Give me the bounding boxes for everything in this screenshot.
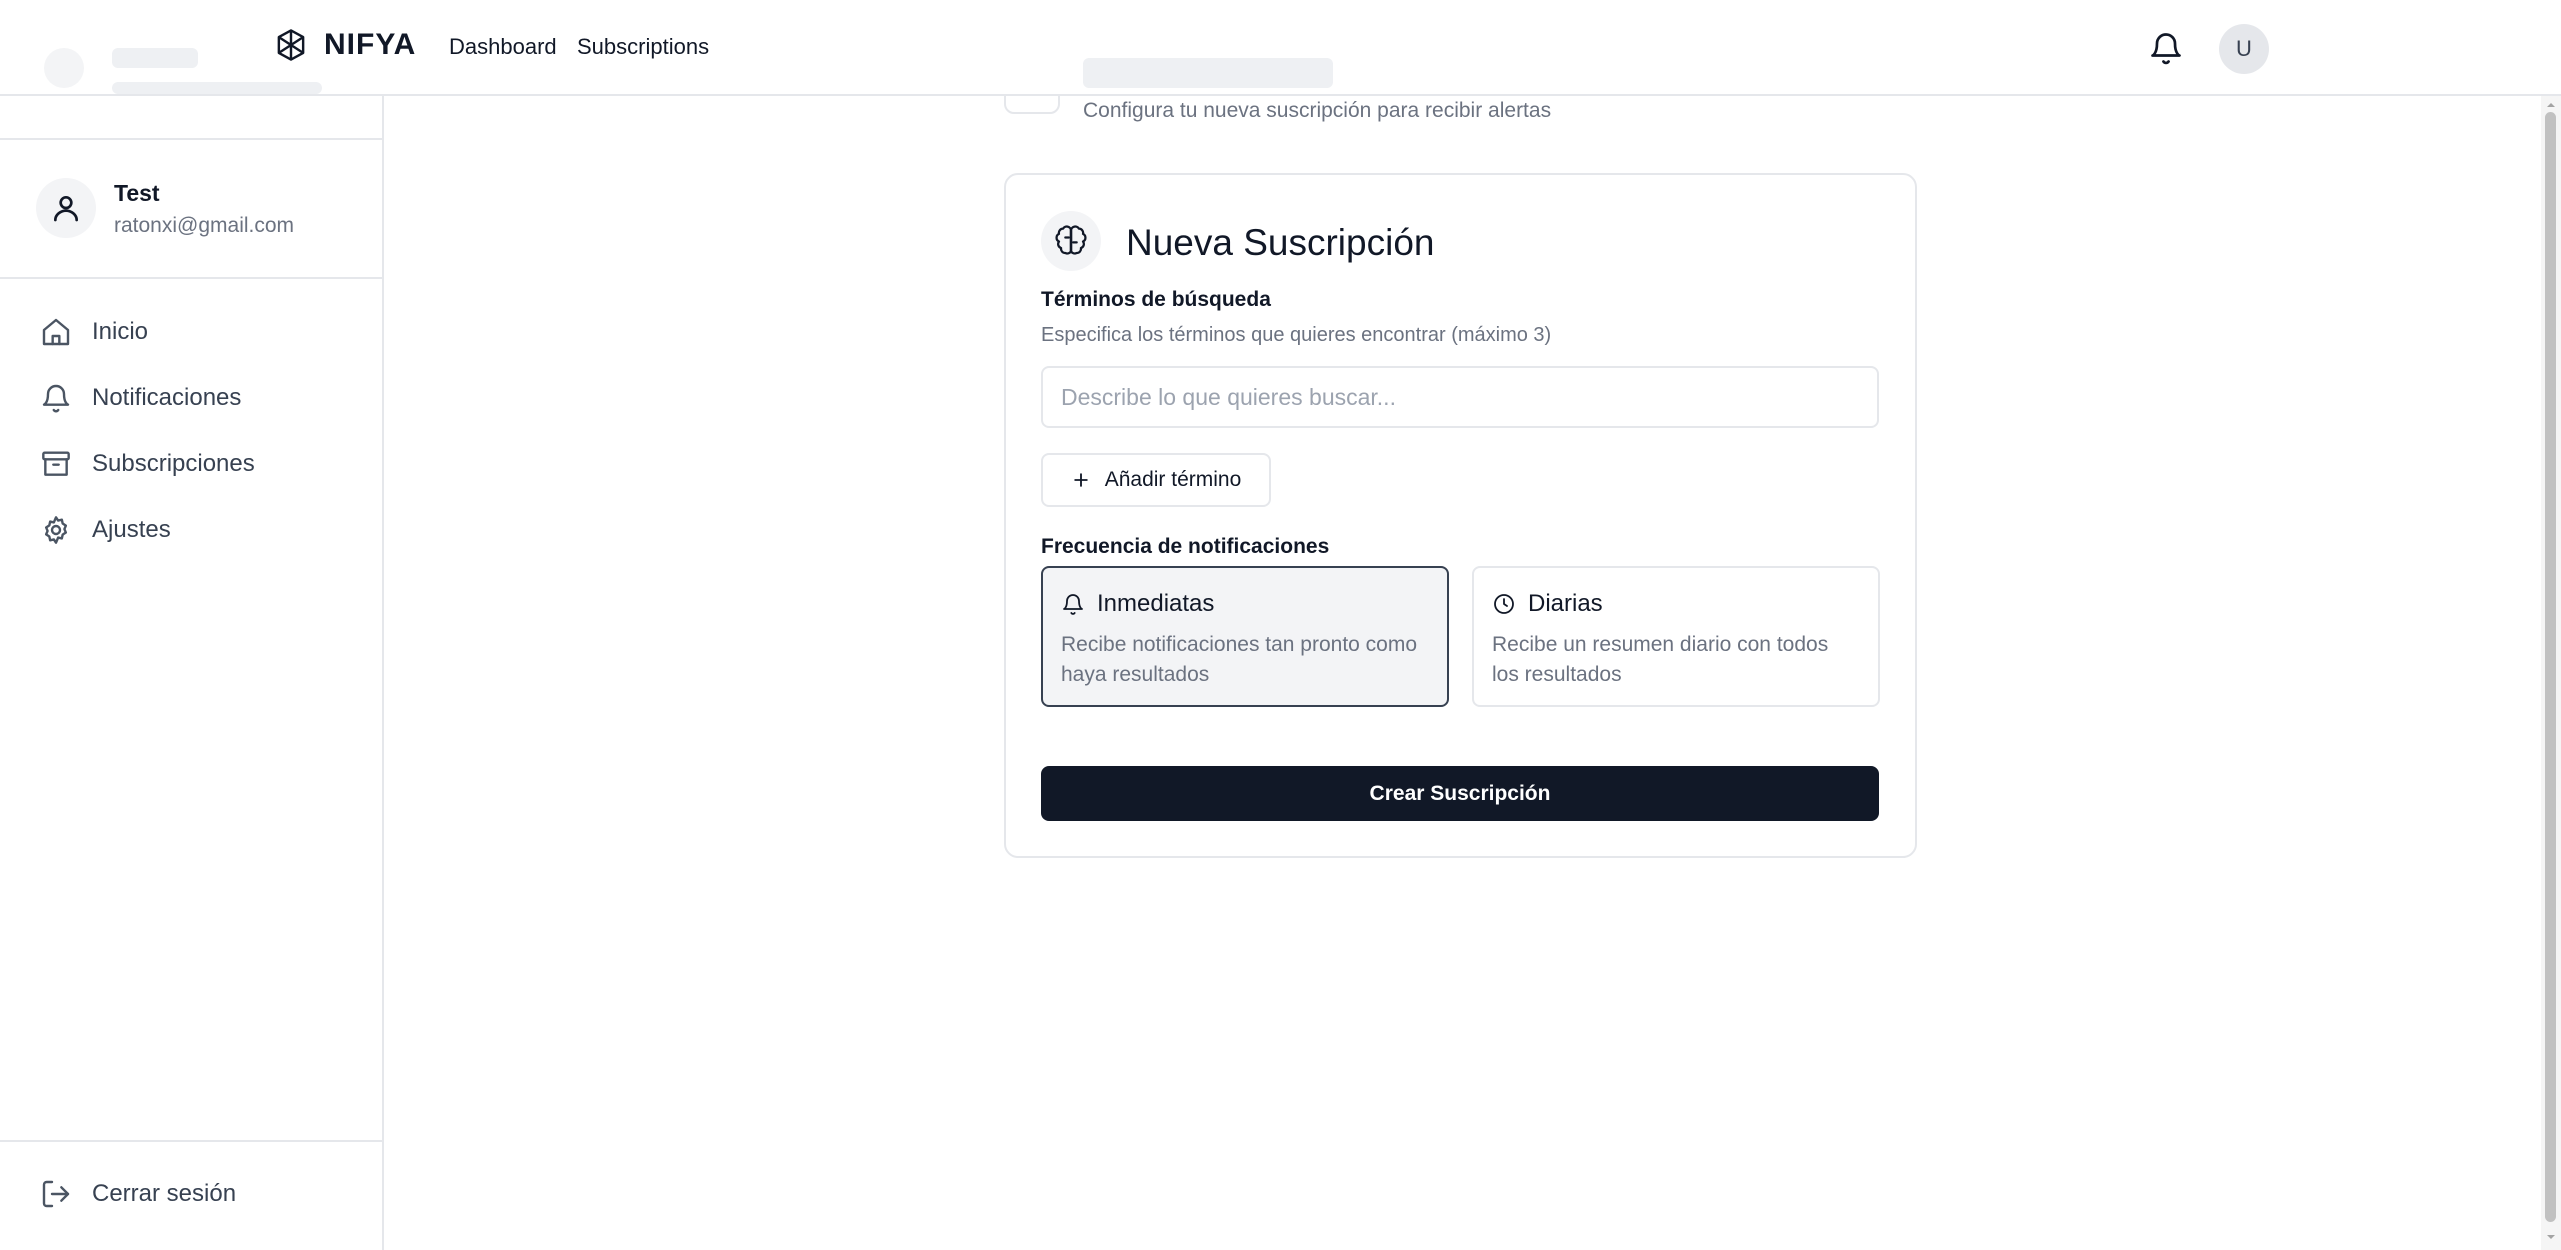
terms-help-text: Especifica los términos que quieres enco… <box>1041 324 1552 346</box>
brand-name: NIFYA <box>324 28 417 61</box>
frequency-option-title: Diarias <box>1528 590 1603 617</box>
faded-text-placeholder <box>112 82 322 94</box>
profile-email: ratonxi@gmail.com <box>114 214 295 237</box>
sidebar-divider <box>0 277 382 279</box>
user-avatar[interactable]: U <box>2219 24 2269 74</box>
profile-name: Test <box>114 180 160 206</box>
brain-icon <box>1055 225 1087 255</box>
sidebar-item-label: Notificaciones <box>92 384 242 411</box>
nav-link-subscriptions[interactable]: Subscriptions <box>577 34 709 60</box>
brain-icon-badge <box>1041 211 1101 271</box>
sidebar-item-subscripciones[interactable]: Subscripciones <box>40 448 255 480</box>
sidebar: Test ratonxi@gmail.com Inicio Notificaci… <box>0 96 384 1250</box>
search-term-input[interactable] <box>1041 366 1879 428</box>
scrollbar-thumb[interactable] <box>2545 112 2556 1222</box>
nav-link-dashboard[interactable]: Dashboard <box>449 34 557 60</box>
sidebar-divider <box>0 1140 382 1142</box>
form-title: Nueva Suscripción <box>1126 222 1435 263</box>
scroll-down-arrow-icon[interactable] <box>2546 1232 2556 1242</box>
add-term-label: Añadir término <box>1104 468 1242 491</box>
top-navbar: NIFYA Dashboard Subscriptions U <box>0 0 2561 96</box>
sidebar-item-inicio[interactable]: Inicio <box>40 316 148 348</box>
sidebar-divider <box>0 138 382 140</box>
scroll-up-arrow-icon[interactable] <box>2546 100 2556 110</box>
sidebar-item-notificaciones[interactable]: Notificaciones <box>40 382 241 414</box>
sidebar-item-ajustes[interactable]: Ajustes <box>40 514 171 546</box>
user-icon <box>54 196 78 222</box>
home-icon <box>42 318 70 346</box>
clock-icon <box>1494 594 1514 614</box>
frequency-option-title: Inmediatas <box>1097 590 1215 617</box>
create-subscription-button[interactable]: Crear Suscripción <box>1041 766 1879 821</box>
frequency-option-description: Recibe un resumen diario con todos los r… <box>1492 633 1829 686</box>
cube-logo-icon <box>277 29 305 61</box>
faded-avatar-placeholder <box>44 48 84 88</box>
logout-icon <box>42 1180 70 1208</box>
frequency-option-daily[interactable]: Diarias Recibe un resumen diario con tod… <box>1472 566 1880 707</box>
bell-icon <box>1063 594 1083 615</box>
faded-title-placeholder <box>1083 58 1333 88</box>
page-subtitle: Configura tu nueva suscripción para reci… <box>1083 99 1552 122</box>
terms-label: Términos de búsqueda <box>1041 288 1271 311</box>
archive-icon <box>42 451 70 476</box>
logout-button[interactable]: Cerrar sesión <box>40 1178 236 1210</box>
faded-text-placeholder <box>112 48 198 68</box>
bell-icon[interactable] <box>2148 30 2184 66</box>
frequency-option-immediate[interactable]: Inmediatas Recibe notificaciones tan pro… <box>1041 566 1449 707</box>
add-term-button[interactable]: Añadir término <box>1041 453 1271 507</box>
logout-label: Cerrar sesión <box>92 1180 237 1207</box>
sidebar-item-label: Inicio <box>92 318 149 345</box>
gear-icon <box>44 516 68 544</box>
brand[interactable]: NIFYA <box>276 28 416 62</box>
sidebar-item-label: Subscripciones <box>92 450 255 477</box>
frequency-label: Frecuencia de notificaciones <box>1041 535 1330 558</box>
frequency-option-description: Recibe notificaciones tan pronto como ha… <box>1061 633 1418 686</box>
sidebar-item-label: Ajustes <box>92 516 171 543</box>
plus-icon <box>1073 473 1088 487</box>
subscription-form-card <box>1004 173 1917 858</box>
profile-avatar <box>36 178 96 238</box>
bell-icon <box>42 384 70 413</box>
